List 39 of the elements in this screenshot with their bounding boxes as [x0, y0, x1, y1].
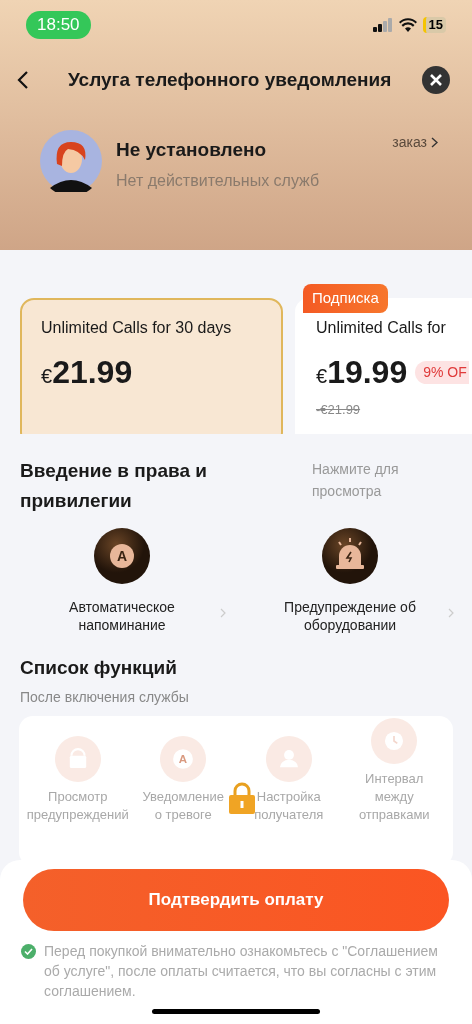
profile-status: Нет действительных служб	[116, 170, 321, 191]
plan-title: Unlimited Calls for	[316, 318, 447, 338]
feature-label: Просмотр предупреждений	[26, 787, 129, 824]
feature-label: Настройка получателя	[254, 787, 324, 824]
chevron-icon	[431, 137, 438, 148]
close-icon[interactable]	[422, 66, 450, 94]
orders-link[interactable]: заказ	[392, 130, 438, 153]
profile-name: Не установлено	[116, 138, 268, 162]
chevron-icon	[448, 608, 454, 618]
person-icon	[265, 735, 312, 782]
feature-label: Уведомление о тревоге	[142, 787, 224, 824]
page-title: Услуга телефонного уведомления	[68, 67, 392, 92]
plan-title: Unlimited Calls for 30 days	[41, 318, 233, 338]
check-icon	[24, 948, 33, 955]
section-title: Введение в права и привилегии	[20, 459, 208, 513]
letter-icon: A	[94, 528, 150, 584]
chevron-icon	[220, 608, 226, 618]
letter-icon: A	[160, 735, 207, 782]
bag-icon	[54, 735, 101, 782]
section-title: Список функций	[19, 656, 178, 680]
plan-card[interactable]: Unlimited Calls for 30 days €21.99	[20, 298, 283, 434]
discount-badge: 9% OF	[415, 360, 469, 384]
feature-label: Интервал между отправками	[358, 769, 430, 824]
agreement-checkbox[interactable]	[21, 944, 36, 959]
plan-price: €21.99	[41, 353, 133, 392]
avatar	[40, 130, 102, 192]
agreement-text: Перед покупкой внимательно ознакомьтесь с "Соглашением об услуге", после оплаты считается, что вы согласны с этим соглашением.	[44, 942, 439, 1001]
benefit-label[interactable]: Автоматическое напоминание	[37, 598, 207, 634]
battery-level: 15	[422, 17, 446, 33]
section-subtitle: После включения службы	[19, 687, 190, 707]
plan-price: €19.99	[316, 353, 408, 392]
back-icon[interactable]	[16, 70, 30, 90]
signal-icon	[372, 18, 393, 32]
alarm-light-icon	[322, 528, 378, 584]
wifi-icon	[398, 18, 417, 32]
benefit-label[interactable]: Предупреждение об оборудовании	[265, 598, 435, 634]
subscription-badge: Подписка	[303, 284, 388, 313]
clock-time: 18:50	[26, 11, 91, 39]
old-price: -€21.99	[316, 401, 361, 419]
